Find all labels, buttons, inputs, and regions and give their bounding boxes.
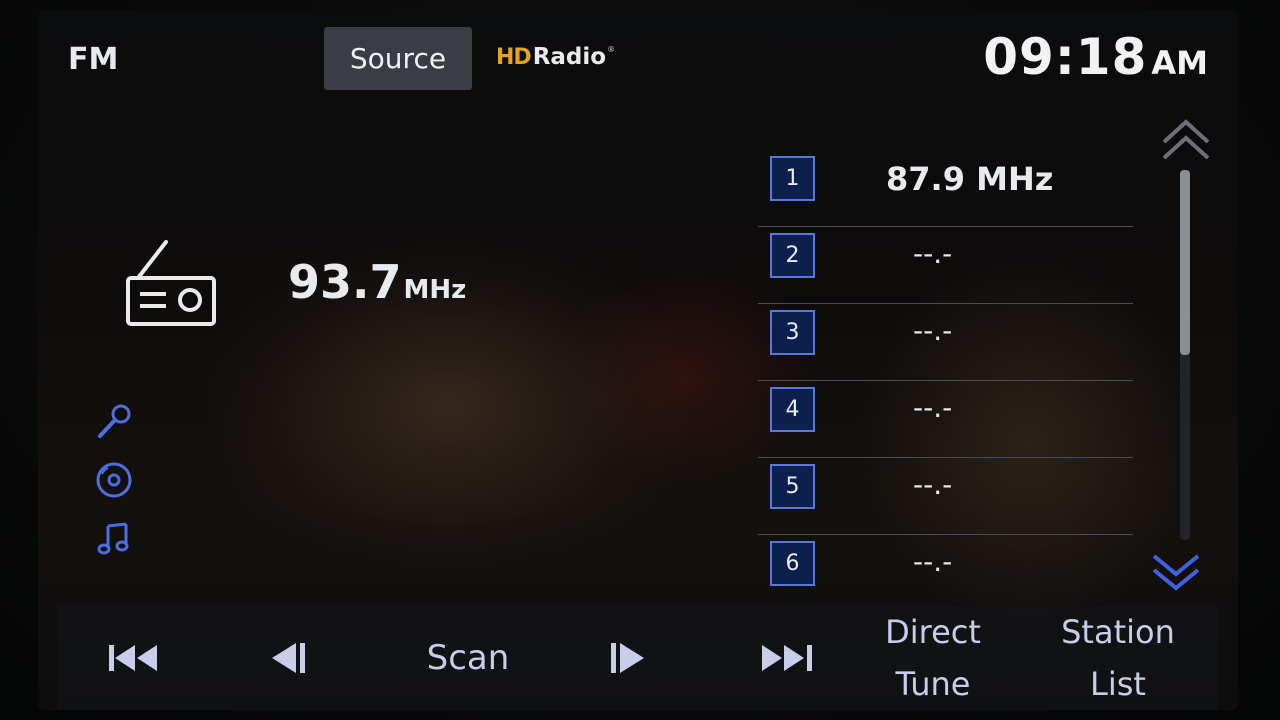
preset-item-4[interactable]: 4 --.- [758, 381, 1133, 458]
radio-icon [124, 236, 220, 336]
preset-frequency: --.- [913, 314, 953, 347]
preset-item-3[interactable]: 3 --.- [758, 304, 1133, 381]
preset-frequency: --.- [913, 237, 953, 270]
scan-button[interactable]: Scan [378, 606, 558, 710]
skip-back-icon [109, 645, 157, 671]
hd-logo-text: Radio [532, 44, 607, 70]
preset-number: 5 [770, 464, 815, 509]
direct-tune-button[interactable]: Direct Tune [858, 606, 1008, 710]
station-list-label-line2: List [1090, 665, 1146, 703]
source-button[interactable]: Source [324, 27, 472, 90]
clock-ampm: AM [1151, 44, 1208, 82]
seek-back-button[interactable] [233, 606, 343, 710]
seek-forward-button[interactable] [573, 606, 683, 710]
preset-number: 6 [770, 541, 815, 586]
skip-forward-icon [762, 645, 812, 671]
preset-item-1[interactable]: 1 87.9 MHz [758, 150, 1133, 227]
preset-number: 2 [770, 233, 815, 278]
preset-frequency: --.- [913, 391, 953, 424]
hd-logo-mark: HD [496, 44, 532, 70]
station-list-label-line1: Station [1061, 613, 1175, 651]
scan-label: Scan [426, 638, 510, 678]
hd-logo-registered: ® [607, 44, 616, 54]
preset-list: 1 87.9 MHz 2 --.- 3 --.- 4 --.- 5 --.- 6… [758, 150, 1133, 611]
seek-back-icon [272, 643, 305, 673]
current-frequency: 93.7MHz [288, 255, 466, 309]
seek-forward-icon [611, 643, 644, 673]
scroll-down-icon[interactable] [1150, 550, 1202, 600]
radio-screen: FM Source HD Radio ® 09:18 AM 93.7MHz 1 … [38, 10, 1238, 710]
preset-frequency: --.- [913, 468, 953, 501]
preset-frequency: --.- [913, 545, 953, 578]
scroll-up-icon[interactable] [1160, 118, 1212, 170]
frequency-unit: MHz [403, 275, 467, 305]
disc-icon[interactable] [94, 460, 134, 500]
microphone-icon[interactable] [94, 402, 134, 442]
direct-tune-label-line1: Direct [885, 613, 981, 651]
previous-track-button[interactable] [78, 606, 188, 710]
hd-radio-logo: HD Radio ® [496, 44, 615, 70]
preset-number: 1 [770, 156, 815, 201]
music-note-icon[interactable] [94, 518, 134, 558]
preset-number: 3 [770, 310, 815, 355]
preset-item-6[interactable]: 6 --.- [758, 535, 1133, 611]
preset-frequency: 87.9 MHz [886, 160, 1054, 198]
station-list-button[interactable]: Station List [1038, 606, 1198, 710]
audio-source-icons [94, 402, 134, 558]
preset-item-5[interactable]: 5 --.- [758, 458, 1133, 535]
clock-time: 09:18 [983, 28, 1148, 86]
band-label: FM [68, 42, 119, 77]
clock: 09:18 AM [983, 28, 1208, 86]
bottom-control-bar: Scan Direct Tune Station List [58, 606, 1218, 710]
direct-tune-label-line2: Tune [895, 665, 971, 703]
preset-number: 4 [770, 387, 815, 432]
frequency-value: 93.7 [288, 255, 402, 309]
scrollbar-thumb[interactable] [1180, 170, 1190, 355]
preset-item-2[interactable]: 2 --.- [758, 227, 1133, 304]
next-track-button[interactable] [718, 606, 858, 710]
